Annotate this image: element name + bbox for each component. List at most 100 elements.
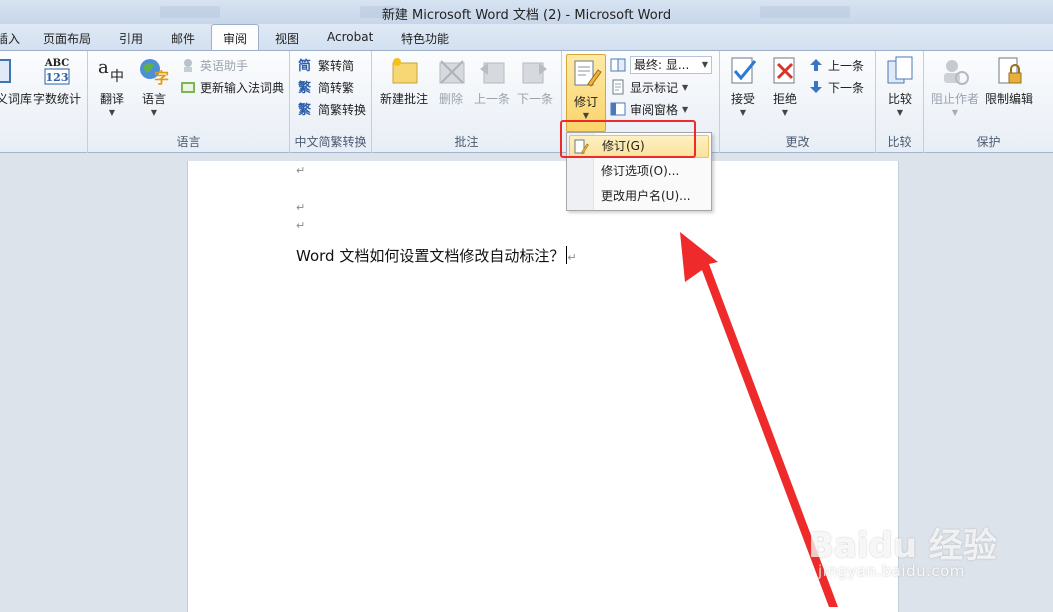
svg-text:简: 简: [298, 58, 311, 73]
tab-special-features[interactable]: 特色功能: [401, 30, 449, 47]
next-change-icon: [810, 81, 822, 93]
group-label-chinese-conversion: 中文简繁转换: [294, 135, 367, 149]
show-markup-icon: [612, 79, 624, 95]
thesaurus-button[interactable]: 义词库: [0, 55, 32, 107]
next-comment-label: 下一条: [516, 92, 553, 106]
new-comment-button[interactable]: 新建批注: [378, 55, 430, 107]
tab-insert[interactable]: 插入: [0, 30, 20, 47]
menu-item-label: 修订选项(O)...: [601, 164, 680, 178]
word-count-icon: ABC 123: [44, 58, 70, 85]
chevron-down-icon: ▼: [582, 111, 590, 120]
group-label-changes: 更改: [785, 135, 810, 149]
title-bar: 新建 Microsoft Word 文档 (2) - Microsoft Wor…: [0, 0, 1053, 24]
paragraph-mark: ↵: [296, 219, 306, 232]
delete-comment-button[interactable]: 删除: [434, 55, 468, 107]
svg-text:ABC: ABC: [44, 58, 69, 69]
group-proofing: 义词库 ABC 123 字数统计: [0, 51, 88, 153]
chevron-down-icon: ▼: [108, 108, 116, 117]
display-for-review-value: 最终: 显...: [634, 58, 690, 72]
accept-icon: [731, 57, 757, 84]
paragraph-mark: ↵: [296, 164, 306, 177]
word-count-label: 字数统计: [32, 92, 81, 106]
show-markup-label: 显示标记: [630, 80, 679, 95]
show-markup-button[interactable]: 显示标记 ▼: [610, 77, 688, 97]
new-comment-icon: [392, 58, 418, 84]
tab-view[interactable]: 视图: [275, 30, 299, 47]
group-language: a 中 翻译 ▼ 字 语言 ▼ 英语助手 更新输入法词典 语言: [88, 51, 290, 153]
document-text-line[interactable]: Word 文档如何设置文档修改自动标注？ ↵: [296, 245, 577, 266]
tab-references[interactable]: 引用: [119, 30, 143, 47]
reviewing-pane-button[interactable]: 审阅窗格 ▼: [610, 99, 688, 119]
next-change-label: 下一条: [828, 80, 865, 95]
previous-comment-icon: [480, 62, 505, 84]
track-changes-menu: 修订(G) 修订选项(O)... 更改用户名(U)...: [566, 132, 712, 211]
chevron-down-icon: ▼: [781, 108, 789, 117]
tab-page-layout[interactable]: 页面布局: [43, 30, 91, 47]
previous-comment-button[interactable]: 上一条: [472, 55, 512, 107]
simplified-to-traditional-button[interactable]: 繁 简转繁: [298, 77, 354, 97]
paragraph-mark: ↵: [296, 201, 306, 214]
chevron-down-icon: ▼: [682, 82, 689, 92]
restrict-editing-label: 限制编辑: [984, 92, 1033, 106]
language-label: 语言: [141, 92, 166, 106]
language-button[interactable]: 字 语言 ▼: [136, 55, 172, 117]
previous-change-icon: [810, 59, 822, 71]
block-authors-button[interactable]: 阻止作者 ▼: [930, 55, 980, 117]
translate-button[interactable]: a 中 翻译 ▼: [94, 55, 130, 117]
restrict-editing-button[interactable]: 限制编辑: [984, 55, 1034, 107]
track-changes-label: 修订: [573, 95, 598, 109]
previous-change-label: 上一条: [828, 58, 865, 73]
menu-item-track-changes[interactable]: 修订(G): [569, 135, 709, 158]
svg-text:字: 字: [154, 69, 169, 87]
accept-label: 接受: [730, 92, 755, 106]
english-assistant-icon: [184, 59, 192, 72]
translate-icon: a 中: [98, 57, 124, 85]
chinese-conversion-icon: 繁: [298, 102, 312, 117]
english-assistant-label: 英语助手: [200, 58, 249, 73]
reject-label: 拒绝: [772, 92, 797, 106]
english-assistant-button[interactable]: 英语助手: [180, 55, 248, 75]
svg-text:123: 123: [46, 71, 69, 84]
reject-button[interactable]: 拒绝 ▼: [768, 55, 802, 117]
group-compare: 比较 ▼ 比较: [876, 51, 924, 153]
traditional-to-simplified-icon: 简: [298, 58, 311, 73]
document-text: Word 文档如何设置文档修改自动标注？: [296, 247, 565, 265]
ribbon-tabs: 插入 页面布局 引用 邮件 审阅 视图 Acrobat 特色功能: [0, 24, 1053, 51]
window-title: 新建 Microsoft Word 文档 (2) - Microsoft Wor…: [381, 8, 672, 23]
menu-item-change-username[interactable]: 更改用户名(U)...: [569, 185, 709, 208]
simplified-to-traditional-label: 简转繁: [318, 80, 355, 95]
document-page[interactable]: ↵ ↵ ↵ Word 文档如何设置文档修改自动标注？ ↵: [187, 161, 899, 612]
track-changes-icon: [574, 60, 602, 87]
group-label-compare: 比较: [887, 135, 912, 149]
chevron-down-icon: ▼: [951, 108, 959, 117]
next-comment-icon: [522, 62, 547, 84]
tab-review[interactable]: 审阅: [211, 24, 260, 51]
menu-item-label: 修订(G): [602, 139, 645, 153]
display-for-review-select[interactable]: 最终: 显... ▼: [630, 56, 712, 74]
traditional-to-simplified-button[interactable]: 简 繁转简: [298, 55, 354, 75]
tab-mailings[interactable]: 邮件: [171, 30, 195, 47]
group-chinese-conversion: 简 繁转简 繁 简转繁 繁 简繁转换 中文简繁转换: [290, 51, 372, 153]
previous-change-button[interactable]: 上一条: [808, 55, 864, 75]
group-label-comments: 批注: [454, 135, 479, 149]
word-count-button[interactable]: ABC 123 字数统计: [32, 55, 82, 107]
translate-label: 翻译: [99, 92, 124, 106]
block-authors-icon: [944, 60, 969, 85]
next-comment-button[interactable]: 下一条: [515, 55, 555, 107]
update-ime-dictionary-button[interactable]: 更新输入法词典: [180, 77, 284, 97]
display-for-review-dropdown[interactable]: 最终: 显... ▼: [610, 55, 712, 75]
svg-text:繁: 繁: [298, 102, 312, 117]
chinese-conversion-button[interactable]: 繁 简繁转换: [298, 99, 366, 119]
reject-icon: [773, 57, 795, 84]
compare-label: 比较: [887, 92, 912, 106]
tab-acrobat[interactable]: Acrobat: [327, 30, 373, 44]
chevron-down-icon: ▼: [682, 104, 689, 114]
menu-item-track-options[interactable]: 修订选项(O)...: [569, 160, 709, 183]
compare-button[interactable]: 比较 ▼: [882, 55, 918, 117]
chevron-down-icon: ▼: [150, 108, 158, 117]
track-changes-button[interactable]: 修订 ▼: [566, 54, 606, 132]
chevron-down-icon: ▼: [739, 108, 747, 117]
next-change-button[interactable]: 下一条: [808, 77, 864, 97]
language-icon: 字: [140, 59, 169, 87]
accept-button[interactable]: 接受 ▼: [726, 55, 760, 117]
